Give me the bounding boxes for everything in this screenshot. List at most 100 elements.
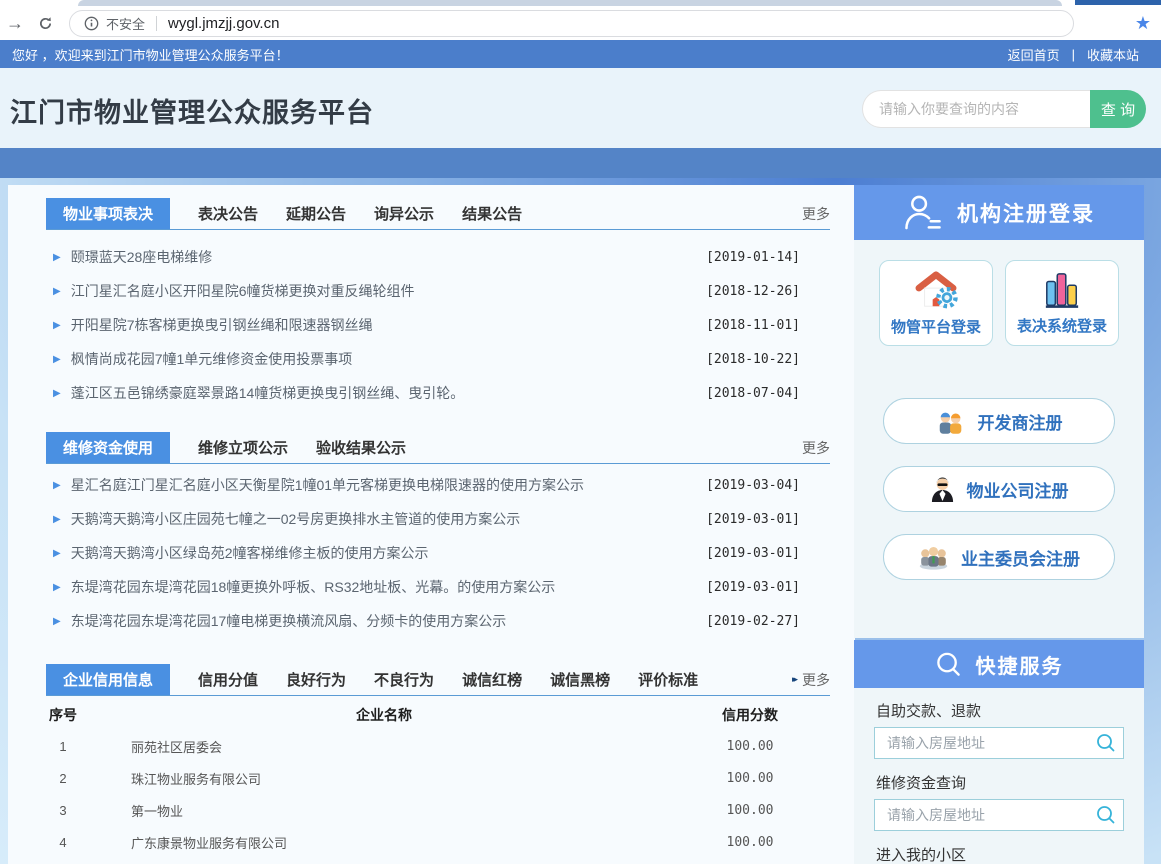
tab-voting-announcement[interactable]: 表决公告 xyxy=(198,198,258,229)
double-arrow-icon: ▸▸ xyxy=(792,674,798,685)
list-item-link[interactable]: 天鹅湾天鹅湾小区庄园苑七幢之一02号房更换排水主管道的使用方案公示 xyxy=(71,509,694,529)
tab-result-announcement[interactable]: 结果公告 xyxy=(462,198,522,229)
cell-no: 3 xyxy=(33,803,93,818)
enter-my-community-label: 进入我的小区 xyxy=(876,844,1124,864)
section-enterprise-credit: 企业信用信息 信用分值 良好行为 不良行为 诚信红榜 诚信黑榜 评价标准 ▸▸ 更… xyxy=(8,664,855,858)
reload-icon[interactable] xyxy=(37,15,54,32)
list-item-link[interactable]: 东堤湾花园东堤湾花园18幢更换外呼板、RS32地址板、光幕。的使用方案公示 xyxy=(71,577,694,597)
cell-company-name[interactable]: 广东康景物业服务有限公司 xyxy=(93,833,675,852)
table-row: 1丽苑社区居委会100.00 xyxy=(33,730,825,762)
quick-service-group: 进入我的小区 xyxy=(874,844,1124,864)
list-item-link[interactable]: 星汇名庭江门星汇名庭小区天衡星院1幢01单元客梯更换电梯限速器的使用方案公示 xyxy=(71,475,694,495)
more-label: 更多 xyxy=(802,670,830,690)
tab-good-behavior[interactable]: 良好行为 xyxy=(286,664,346,695)
owners-committee-register-button[interactable]: 业主委员会注册 xyxy=(883,534,1115,580)
list-item-date: [2019-03-01] xyxy=(706,546,800,561)
list-item: ▶星汇名庭江门星汇名庭小区天衡星院1幢01单元客梯更换电梯限速器的使用方案公示[… xyxy=(53,468,800,502)
more-link[interactable]: 更多 xyxy=(802,432,830,463)
bar-chart-icon xyxy=(1041,271,1083,309)
browser-tab-strip xyxy=(0,0,1161,6)
home-link[interactable]: 返回首页 xyxy=(1008,45,1060,64)
favorite-link[interactable]: 收藏本站 xyxy=(1087,45,1139,64)
search-button[interactable]: 查 询 xyxy=(1090,90,1146,128)
list-item: ▶开阳星院7栋客梯更换曳引钢丝绳和限速器钢丝绳[2018-11-01] xyxy=(53,308,800,342)
cell-no: 1 xyxy=(33,739,93,754)
cell-company-name[interactable]: 珠江物业服务有限公司 xyxy=(93,769,675,788)
voting-list: ▶ 颐璟蓝天28座电梯维修 [2019-01-14] ▶ 江门星汇名庭小区开阳星院6幢… xyxy=(8,230,855,416)
content-area: 物业事项表决 表决公告 延期公告 询异公示 结果公告 更多 ▶ 颐璟蓝天28座电梯… xyxy=(0,178,1161,864)
list-item-date: [2019-03-01] xyxy=(706,512,800,527)
list-item-link[interactable]: 颐璟蓝天28座电梯维修 xyxy=(71,247,694,267)
security-label: 不安全 xyxy=(106,14,145,33)
bullet-arrow-icon: ▶ xyxy=(53,582,61,593)
bullet-arrow-icon: ▶ xyxy=(53,252,61,263)
section-repair-fund-header: 维修资金使用 维修立项公示 验收结果公示 更多 xyxy=(46,432,830,464)
house-address-input[interactable] xyxy=(874,727,1124,759)
self-payment-refund-label: 自助交款、退款 xyxy=(876,700,1124,721)
tab-repair-fund-active[interactable]: 维修资金使用 xyxy=(46,432,170,463)
list-item-link[interactable]: 东堤湾花园东堤湾花园17幢电梯更换横流风扇、分频卡的使用方案公示 xyxy=(71,611,694,631)
tab-acceptance-result-publicity[interactable]: 验收结果公示 xyxy=(316,432,406,463)
house-address-input[interactable] xyxy=(874,799,1124,831)
list-item-date: [2018-07-04] xyxy=(706,386,800,401)
bullet-arrow-icon: ▶ xyxy=(53,388,61,399)
magnifier-icon[interactable] xyxy=(1096,733,1116,758)
page: → 不安全 wygl.jmzjj.gov.cn ★ 您好 ，欢迎来到江门市物业管… xyxy=(0,0,1161,864)
list-item-link[interactable]: 开阳星院7栋客梯更换曳引钢丝绳和限速器钢丝绳 xyxy=(71,315,694,335)
browser-active-tab[interactable] xyxy=(78,0,1062,6)
quick-services-title: 快捷服务 xyxy=(976,650,1064,679)
list-item-date: [2019-03-01] xyxy=(706,580,800,595)
url-text[interactable]: wygl.jmzjj.gov.cn xyxy=(168,15,279,32)
info-circle-icon[interactable] xyxy=(84,16,99,31)
developer-register-button[interactable]: 开发商注册 xyxy=(883,398,1115,444)
forward-arrow-icon[interactable]: → xyxy=(6,14,24,32)
credit-table: 序号 企业名称 信用分数 1丽苑社区居委会100.00 2珠江物业服务有限公司1… xyxy=(33,700,825,858)
cell-company-name[interactable]: 丽苑社区居委会 xyxy=(93,737,675,756)
list-item-link[interactable]: 枫情尚成花园7幢1单元维修资金使用投票事项 xyxy=(71,349,694,369)
tab-enterprise-credit-active[interactable]: 企业信用信息 xyxy=(46,664,170,695)
main-panel: 物业事项表决 表决公告 延期公告 询异公示 结果公告 更多 ▶ 颐璟蓝天28座电梯… xyxy=(8,185,855,864)
quick-services-body: 自助交款、退款 维修资金查询 xyxy=(854,688,1144,864)
property-platform-login-card[interactable]: 物管平台登录 xyxy=(879,260,993,346)
property-company-register-button[interactable]: 物业公司注册 xyxy=(883,466,1115,512)
tab-evaluation-standard[interactable]: 评价标准 xyxy=(638,664,698,695)
more-link[interactable]: 更多 xyxy=(802,198,830,229)
tab-integrity-red-list[interactable]: 诚信红榜 xyxy=(462,664,522,695)
tab-credit-score[interactable]: 信用分值 xyxy=(198,664,258,695)
cell-score: 100.00 xyxy=(675,739,825,754)
cell-score: 100.00 xyxy=(675,771,825,786)
voting-system-login-card[interactable]: 表决系统登录 xyxy=(1005,260,1119,346)
list-item: ▶东堤湾花园东堤湾花园17幢电梯更换横流风扇、分频卡的使用方案公示[2019-0… xyxy=(53,604,800,638)
register-buttons: 开发商注册 物业公司注册 业主委员会注册 xyxy=(854,346,1144,580)
bullet-arrow-icon: ▶ xyxy=(53,548,61,559)
list-item: ▶ 东堤湾花园东堤湾花园18幢更换外呼板、RS32地址板、光幕。的使用方案公示 [2… xyxy=(53,570,800,604)
section-voting-header: 物业事项表决 表决公告 延期公告 询异公示 结果公告 更多 xyxy=(46,198,830,230)
browser-toolbar: → 不安全 wygl.jmzjj.gov.cn ★ xyxy=(0,6,1161,40)
cell-score: 100.00 xyxy=(675,803,825,818)
cell-no: 4 xyxy=(33,835,93,850)
bookmark-star-icon[interactable]: ★ xyxy=(1135,14,1151,32)
list-item-link[interactable]: 天鹅湾天鹅湾小区绿岛苑2幢客梯维修主板的使用方案公示 xyxy=(71,543,694,563)
tab-delay-announcement[interactable]: 延期公告 xyxy=(286,198,346,229)
column-header-name: 企业名称 xyxy=(93,705,675,725)
list-item-link[interactable]: 蓬江区五邑锦绣豪庭翠景路14幢货梯更换曳引钢丝绳、曳引轮。 xyxy=(71,383,694,403)
tab-inquiry-publicity[interactable]: 询异公示 xyxy=(374,198,434,229)
repair-fund-list: ▶ 星汇名庭江门星汇名庭小区天衡星院1幢01单元客梯更换电梯限速器的使用方案公示 [… xyxy=(8,464,855,644)
login-panel-body: 物管平台登录 表决系统登录 开发商注册 xyxy=(854,240,1144,638)
tab-integrity-black-list[interactable]: 诚信黑榜 xyxy=(550,664,610,695)
search-input[interactable] xyxy=(862,90,1090,128)
login-panel-header: 机构注册登录 xyxy=(854,185,1144,240)
list-item-link[interactable]: 江门星汇名庭小区开阳星院6幢货梯更换对重反绳轮组件 xyxy=(71,281,694,301)
cell-company-name[interactable]: 第一物业 xyxy=(93,801,675,820)
welcome-greeting: 您好 ，欢迎来到江门市物业管理公众服务平台！ xyxy=(12,45,289,64)
magnifier-icon[interactable] xyxy=(1096,805,1116,830)
tab-repair-project-publicity[interactable]: 维修立项公示 xyxy=(198,432,288,463)
register-button-label: 开发商注册 xyxy=(978,409,1063,434)
cell-no: 2 xyxy=(33,771,93,786)
list-item-date: [2019-01-14] xyxy=(706,250,800,265)
address-bar[interactable]: 不安全 wygl.jmzjj.gov.cn xyxy=(69,10,1074,37)
input-wrap xyxy=(874,799,1124,831)
more-link[interactable]: ▸▸ 更多 xyxy=(792,664,830,695)
tab-bad-behavior[interactable]: 不良行为 xyxy=(374,664,434,695)
tab-voting-active[interactable]: 物业事项表决 xyxy=(46,198,170,229)
